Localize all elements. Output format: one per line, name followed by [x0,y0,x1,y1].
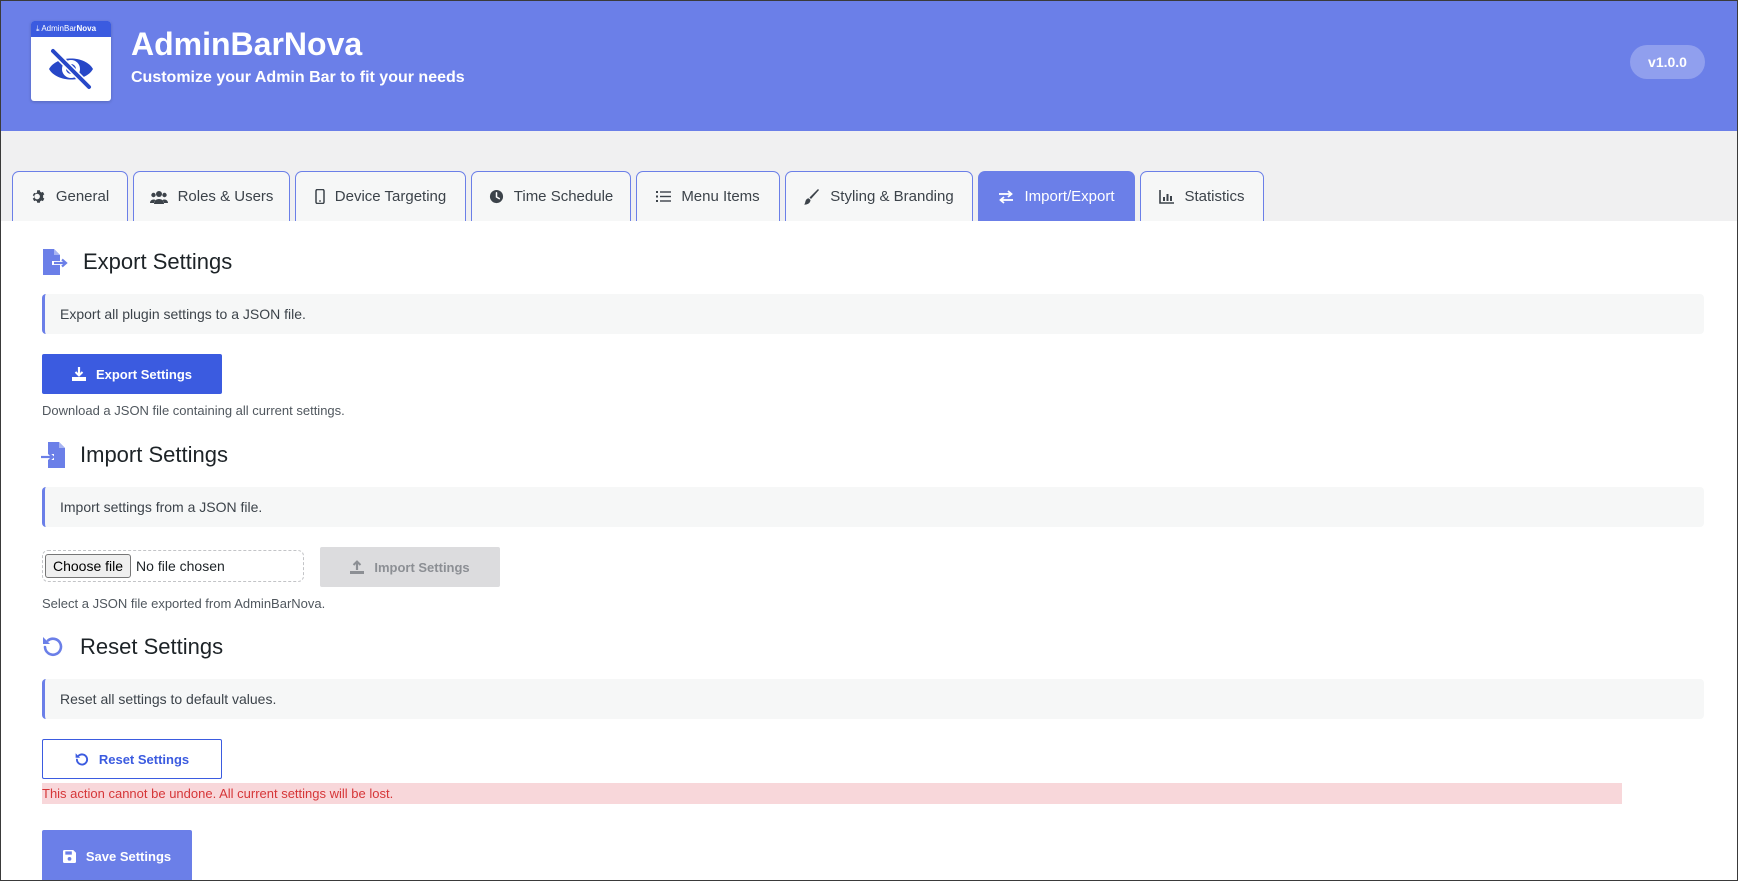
tab-time-schedule-label: Time Schedule [513,188,614,205]
brush-icon [804,188,820,205]
download-icon [71,367,86,381]
logo-strip: ⤓ AdminBarNova [31,21,111,37]
save-settings-button-label: Save Settings [85,848,172,864]
app-subtitle: Customize your Admin Bar to fit your nee… [131,69,465,86]
floppy-disk-icon [62,849,76,863]
plugin-logo: ⤓ AdminBarNova [31,21,111,101]
tab-styling-branding-label: Styling & Branding [830,188,954,205]
file-status-text: No file chosen [136,558,225,574]
tab-general[interactable]: General [12,171,128,221]
tab-time-schedule[interactable]: Time Schedule [471,171,631,221]
undo-icon [43,637,63,656]
tab-device-targeting[interactable]: Device Targeting [295,171,466,221]
export-settings-button[interactable]: Export Settings [42,354,222,394]
eye-slash-icon [49,47,93,91]
reset-settings-button[interactable]: Reset Settings [42,739,222,779]
app-window: ⤓ AdminBarNova AdminBarNova Customize yo… [0,0,1738,881]
file-input[interactable]: Choose file No file chosen [42,550,304,582]
tab-styling-branding[interactable]: Styling & Branding [785,171,973,221]
undo-icon [75,753,88,766]
tab-import-export-label: Import/Export [1024,188,1115,205]
export-settings-button-label: Export Settings [95,366,193,382]
import-settings-button-label: Import Settings [374,559,470,575]
upload-icon [350,560,365,574]
reset-notice: Reset all settings to default values. [42,679,1704,719]
tab-general-label: General [55,188,110,205]
import-section-title: Import Settings [80,442,228,467]
import-settings-button[interactable]: Import Settings [320,547,500,587]
plugin-header: ⤓ AdminBarNova AdminBarNova Customize yo… [1,1,1737,131]
list-icon [656,191,672,202]
choose-file-button[interactable]: Choose file [45,554,132,578]
save-settings-button[interactable]: Save Settings [42,830,192,880]
import-help-text: Select a JSON file exported from AdminBa… [42,596,326,611]
reset-settings-button-label: Reset Settings [98,751,190,767]
mobile-icon [315,189,325,204]
tab-menu-items[interactable]: Menu Items [636,171,780,221]
tab-import-export[interactable]: Import/Export [978,171,1135,221]
export-help-text: Download a JSON file containing all curr… [42,403,345,418]
reset-warning-text: This action cannot be undone. All curren… [42,783,1622,804]
tab-roles-users[interactable]: Roles & Users [133,171,290,221]
reset-section-title: Reset Settings [80,634,224,659]
file-import-icon [41,442,65,468]
tab-device-targeting-label: Device Targeting [334,188,447,205]
tab-statistics-label: Statistics [1184,188,1245,205]
file-export-icon [43,249,68,275]
tab-menu-items-label: Menu Items [681,188,760,205]
gear-icon [32,190,45,203]
users-icon [149,190,168,204]
chart-icon [1159,189,1175,204]
export-section-title: Export Settings [83,249,233,274]
clock-icon [489,189,503,204]
tab-roles-users-label: Roles & Users [177,188,274,205]
version-badge: v1.0.0 [1630,45,1705,79]
export-notice: Export all plugin settings to a JSON fil… [42,294,1704,334]
app-title: AdminBarNova [131,26,363,62]
arrows-exchange-icon [999,189,1014,204]
import-notice: Import settings from a JSON file. [42,487,1704,527]
tab-statistics[interactable]: Statistics [1140,171,1264,221]
logo-download-icon: ⤓ [36,24,40,33]
